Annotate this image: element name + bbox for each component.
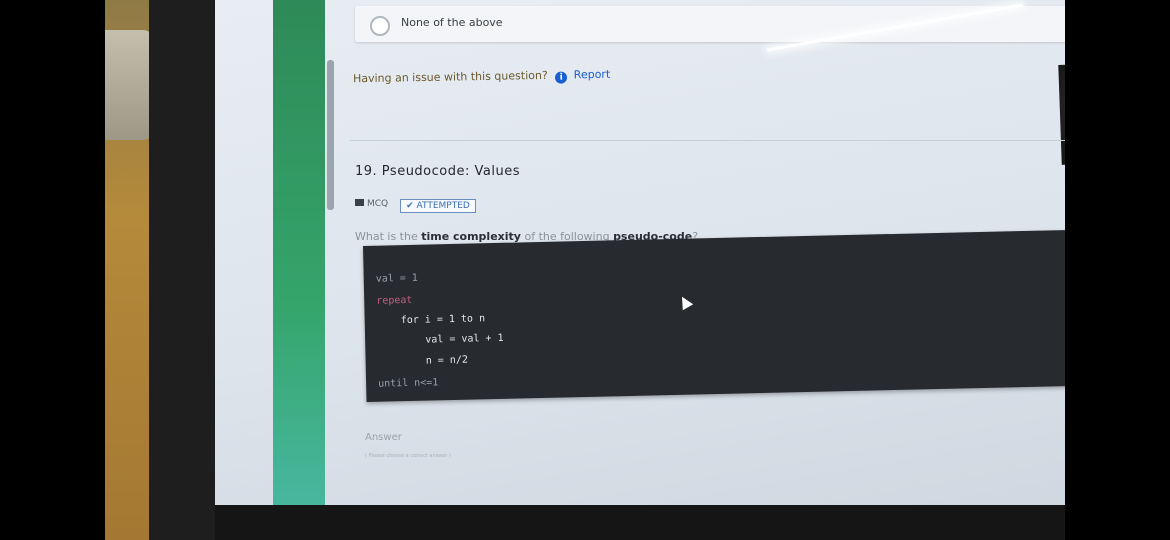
info-icon: i (555, 71, 568, 84)
question-badges: MCQ ✔ ATTEMPTED (355, 199, 476, 213)
answer-hint: ( Please choose a correct answer ) (365, 453, 452, 459)
section-divider (350, 140, 1065, 141)
radio-button[interactable] (370, 16, 390, 36)
code-line: repeat (376, 294, 413, 307)
photo-frame: None of the above Having an issue with t… (105, 0, 1065, 540)
answer-option-none[interactable]: None of the above (355, 6, 1065, 42)
option-label: None of the above (401, 16, 503, 29)
mcq-badge: MCQ (355, 199, 388, 213)
monitor-screen: None of the above Having an issue with t… (215, 0, 1065, 515)
mcq-icon (355, 199, 364, 206)
code-block: val = 1 repeat for i = 1 to n val = val … (363, 227, 1065, 402)
attempted-badge: ✔ ATTEMPTED (400, 199, 476, 213)
code-line: n = n/2 (377, 354, 469, 368)
monitor-bottom-bezel (215, 505, 1065, 540)
prompt-keyword-complexity: time complexity (421, 230, 521, 243)
issue-text: Having an issue with this question? (352, 68, 548, 86)
prompt-prefix: What is the (355, 230, 422, 243)
desk-object (105, 30, 153, 140)
report-link[interactable]: Report (574, 68, 611, 82)
code-line: for i = 1 to n (376, 313, 486, 327)
webcam-preview (1058, 61, 1065, 165)
code-line: val = 1 (375, 272, 419, 285)
question-title: 19. Pseudocode: Values (355, 164, 520, 179)
issue-report-line: Having an issue with this question? i Re… (353, 68, 610, 87)
answer-label: Answer (365, 432, 402, 443)
code-line: until n<=1 (378, 377, 439, 390)
app-sidebar (273, 0, 325, 510)
scrollbar[interactable] (327, 60, 334, 210)
code-line: val = val + 1 (377, 332, 504, 347)
mcq-badge-label: MCQ (367, 199, 389, 209)
